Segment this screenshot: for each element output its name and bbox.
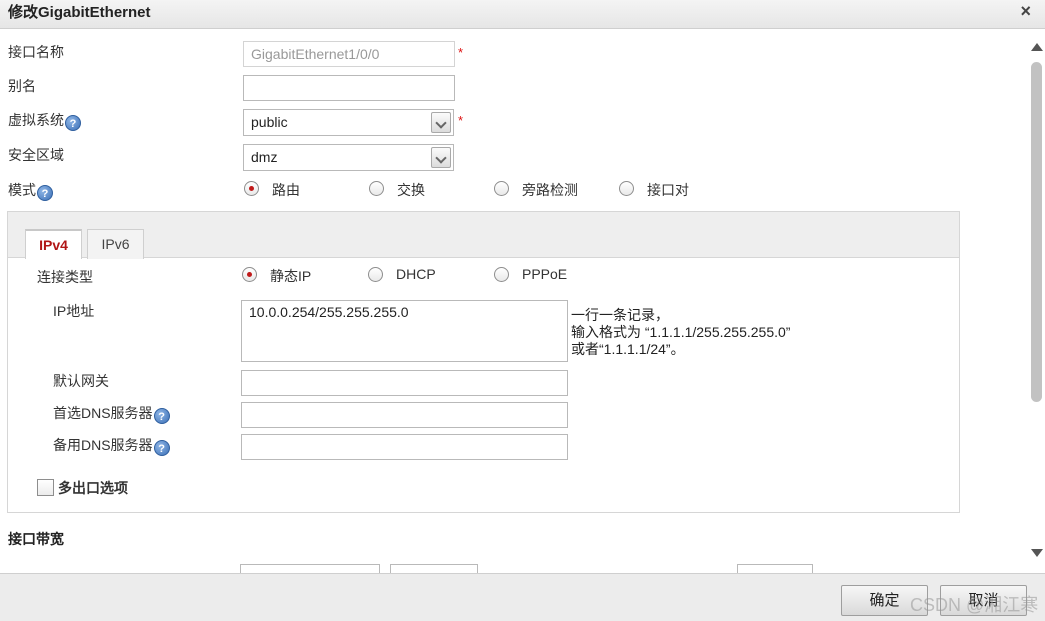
mode-radio-route[interactable] (244, 181, 259, 196)
mode-radio-pair[interactable] (619, 181, 634, 196)
bandwidth-section-title: 接口带宽 (8, 531, 64, 547)
chevron-down-icon[interactable] (431, 112, 451, 133)
tab-ipv4[interactable]: IPv4 (25, 229, 82, 259)
mode-label-text: 模式 (8, 182, 36, 198)
mode-option-label: 接口对 (647, 182, 689, 198)
help-icon[interactable]: ? (153, 408, 170, 424)
zone-select[interactable]: dmz (243, 144, 454, 171)
vsys-label: 虚拟系统? (8, 110, 81, 131)
ip-address-textarea[interactable]: 10.0.0.254/255.255.255.0 (241, 300, 568, 362)
interface-name-field: GigabitEthernet1/0/0 (243, 41, 455, 67)
conn-option-label: PPPoE (522, 266, 568, 282)
hint-line: 或者“1.1.1.1/24”。 (571, 341, 685, 357)
conn-type-label: 连接类型 (37, 269, 93, 285)
mode-radio-switch[interactable] (369, 181, 384, 196)
hint-line: 一行一条记录， (571, 307, 669, 323)
mode-radio-bypass[interactable] (494, 181, 509, 196)
tab-ipv6[interactable]: IPv6 (87, 229, 144, 259)
vsys-select-value: public (251, 114, 288, 130)
hint-line: 输入格式为 “1.1.1.1/255.255.255.0” (571, 324, 791, 340)
mode-option-label: 路由 (272, 182, 300, 198)
bandwidth-select-partial[interactable] (390, 564, 478, 573)
dns1-input[interactable] (241, 402, 568, 428)
close-icon[interactable]: × (1020, 1, 1031, 22)
ip-address-label: IP地址 (53, 303, 95, 319)
scroll-up-icon[interactable] (1031, 43, 1043, 51)
vsys-label-text: 虚拟系统 (8, 112, 64, 128)
dialog-titlebar: 修改GigabitEthernet × (0, 0, 1045, 29)
scrollbar-thumb[interactable] (1031, 62, 1042, 402)
conn-option-label: DHCP (396, 266, 436, 282)
watermark: CSDN @湘江寒 (910, 595, 1039, 615)
conn-radio-dhcp[interactable] (368, 267, 383, 282)
mode-label: 模式? (8, 180, 53, 201)
gateway-input[interactable] (241, 370, 568, 396)
chevron-down-icon[interactable] (431, 147, 451, 168)
dns2-label: 备用DNS服务器? (53, 435, 170, 456)
dns2-label-text: 备用DNS服务器 (53, 437, 153, 453)
multi-egress-label: 多出口选项 (58, 480, 128, 496)
bandwidth-field-partial[interactable] (737, 564, 813, 573)
help-icon[interactable]: ? (37, 185, 53, 201)
interface-name-label: 接口名称 (8, 44, 64, 60)
dns1-label: 首选DNS服务器? (53, 403, 170, 424)
ip-address-hint: 一行一条记录， 输入格式为 “1.1.1.1/255.255.255.0” 或者… (571, 307, 790, 358)
dns1-label-text: 首选DNS服务器 (53, 405, 153, 421)
gateway-label: 默认网关 (53, 373, 109, 389)
help-icon[interactable]: ? (65, 115, 81, 131)
conn-radio-static[interactable] (242, 267, 257, 282)
required-mark: * (458, 45, 464, 60)
dialog-title: 修改GigabitEthernet (8, 4, 151, 21)
scroll-down-icon[interactable] (1031, 549, 1043, 557)
zone-label: 安全区域 (8, 147, 64, 163)
mode-option-label: 交换 (397, 182, 425, 198)
ip-config-panel: IPv4 IPv6 连接类型 静态IP DHCP PPPoE IP地址 10.0… (7, 211, 960, 513)
zone-select-value: dmz (251, 149, 278, 165)
help-icon[interactable]: ? (153, 440, 170, 456)
conn-radio-pppoe[interactable] (494, 267, 509, 282)
bandwidth-field-partial[interactable] (240, 564, 380, 573)
conn-option-label: 静态IP (270, 268, 312, 284)
mode-option-label: 旁路检测 (522, 182, 578, 198)
tab-strip: IPv4 IPv6 (8, 212, 959, 259)
dns2-input[interactable] (241, 434, 568, 460)
alias-input[interactable] (243, 75, 455, 101)
alias-label: 别名 (8, 78, 36, 94)
required-mark: * (458, 113, 464, 128)
multi-egress-checkbox[interactable] (37, 479, 54, 496)
vsys-select[interactable]: public (243, 109, 454, 136)
